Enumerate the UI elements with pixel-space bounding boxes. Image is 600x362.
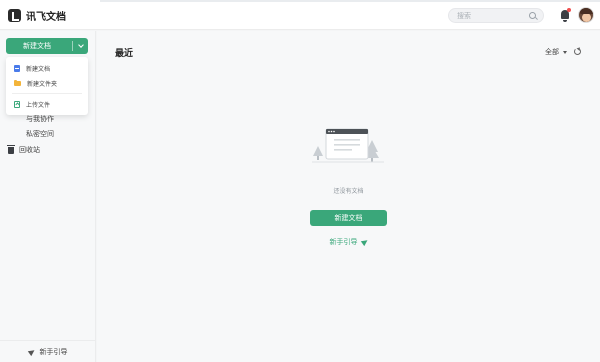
page-title: 最近 — [115, 49, 134, 59]
new-document-button[interactable]: 新建文档 — [6, 38, 88, 54]
sidebar-guide-label: 新手引导 — [39, 347, 68, 356]
button-separator — [72, 41, 73, 51]
notification-dot — [567, 8, 571, 12]
filter-dropdown[interactable]: 全部 — [545, 47, 567, 57]
top-accent-strip — [100, 0, 600, 2]
menu-divider — [12, 93, 82, 94]
document-icon — [14, 64, 20, 72]
sidebar-guide-link[interactable]: 新手引导 — [0, 340, 96, 362]
search-icon — [529, 12, 536, 19]
new-menu-dropdown: 新建文档 新建文件夹 上传文件 — [6, 57, 88, 115]
sidebar-item-label: 与我协作 — [26, 115, 54, 123]
logo-icon — [8, 9, 21, 22]
create-document-button[interactable]: 新建文档 — [310, 210, 387, 226]
paper-plane-icon — [360, 237, 369, 247]
filter-label: 全部 — [545, 48, 559, 56]
search-placeholder: 搜索 — [457, 12, 471, 20]
sidebar-item-label: 私密空间 — [26, 130, 54, 138]
main-content: 最近 全部 还没有文档 新建文档 新手引导 — [97, 31, 600, 362]
paper-plane-icon — [27, 347, 36, 356]
menu-item-label: 新建文件夹 — [27, 80, 58, 88]
caret-down-icon — [563, 50, 567, 54]
sidebar-item-trash[interactable]: 回收站 — [0, 144, 96, 156]
search-input[interactable]: 搜索 — [448, 8, 544, 23]
trash-icon — [7, 144, 15, 154]
menu-item-upload-file[interactable]: 上传文件 — [6, 97, 88, 111]
avatar[interactable] — [578, 7, 594, 23]
app-logo[interactable]: 讯飞文档 — [8, 8, 66, 23]
beginner-guide-label: 新手引导 — [329, 238, 358, 246]
sidebar-item-collaborate[interactable]: 与我协作 — [0, 113, 96, 125]
sidebar-item-private[interactable]: 私密空间 — [0, 128, 96, 140]
menu-item-label: 新建文档 — [26, 65, 51, 73]
empty-state-text: 还没有文档 — [333, 188, 364, 195]
beginner-guide-link[interactable]: 新手引导 — [97, 237, 600, 247]
menu-item-new-folder[interactable]: 新建文件夹 — [6, 76, 88, 90]
chevron-down-icon[interactable] — [78, 42, 84, 48]
refresh-icon[interactable] — [574, 48, 581, 55]
sidebar: 新建文档 新建文档 新建文件夹 上传文件 与我协作 私密空间 回收站 新手引导 — [0, 31, 96, 362]
menu-item-new-document[interactable]: 新建文档 — [6, 61, 88, 75]
sidebar-item-label: 回收站 — [19, 146, 40, 154]
menu-item-label: 上传文件 — [26, 101, 51, 109]
folder-icon — [14, 79, 21, 86]
empty-state-illustration — [312, 128, 384, 163]
upload-icon — [14, 100, 20, 108]
new-document-button-label: 新建文档 — [23, 42, 51, 50]
top-bar: 讯飞文档 搜索 — [0, 0, 600, 30]
app-name: 讯飞文档 — [26, 12, 66, 23]
